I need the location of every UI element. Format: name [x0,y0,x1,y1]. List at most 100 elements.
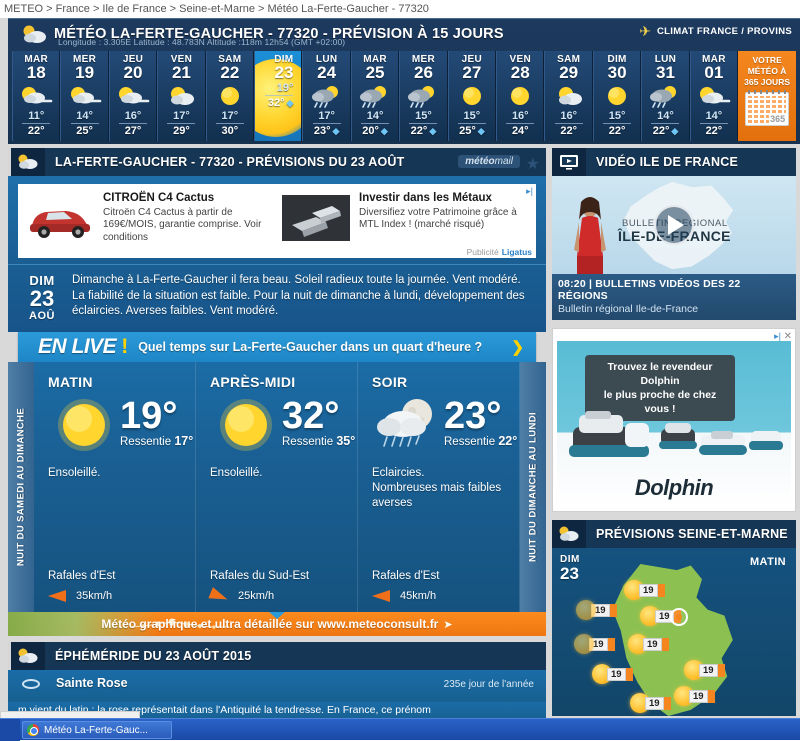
map-marker: 19 [576,600,617,620]
day-tile-23[interactable]: DIM 23 19° 32° ◆ [254,51,303,141]
chrome-icon [27,724,39,736]
ad-2-body: Diversifiez votre Patrimoine grâce à MTL… [359,206,517,231]
ad-unit-2[interactable]: Investir dans les Métaux Diversifiez vot… [280,192,530,244]
day-tile-22[interactable]: SAM 22 17° 30° [205,51,255,141]
video-player[interactable]: BULLETIN REGIONAL ÎLE-DE-FRANCE [552,176,796,274]
day-tile-26[interactable]: MER 26 15° 22° ◆ [399,51,448,141]
sidebar-ad[interactable]: ▸| ✕ Trouvez le revendeur Dolphin le plu… [552,328,796,512]
adchoices-icon[interactable]: ▸| [774,331,781,342]
video-caption-main: 08:20 | BULLETINS VIDÉOS DES 22 RÉGIONS [558,278,741,302]
day-number: 30 [607,63,627,82]
temp-divider [22,123,51,124]
day-tile-21[interactable]: VEN 21 17° 29° [157,51,206,141]
meteoconsult-cta[interactable]: Météo graphique et ultra détaillée sur w… [8,612,546,636]
day-temp-min: 15° [463,110,481,122]
panel-1-felt-label: Ressentie [282,436,334,448]
meteomail-strong: météo [465,156,495,167]
map-marker: 19 [574,634,615,654]
day-temp-min: 15° [608,110,626,122]
day-temp-min: 11° [28,110,45,122]
panel-0-felt-label: Ressentie [120,436,172,448]
map-marker-tail [657,583,665,597]
en-live-question: Quel temps sur La-Ferte-Gaucher dans un … [138,340,483,354]
dept-map-title: PRÉVISIONS SEINE-ET-MARNE [596,527,788,541]
ligatus-label: Ligatus [501,247,532,257]
day-temp-max: 27° [125,125,142,137]
day-tile-28[interactable]: VEN 28 16° 24° [496,51,545,141]
panel-1-felt: Ressentie 35° [282,434,355,448]
climate-link[interactable]: ✈ CLIMAT FRANCE / PROVINS [639,24,792,38]
inline-ad-box: ▸| CITROËN C4 Cactus Citroën C4 Cactus à… [18,184,536,258]
day-temp-max-value: 24° [511,125,529,137]
map-marker-temp: 19 [639,583,658,597]
day-number: 19 [75,63,95,82]
calendar-icon: 365 [745,90,790,126]
day-tile-25[interactable]: MAR 25 14° 20° ◆ [350,51,400,141]
day-number: 28 [510,63,530,82]
start-button[interactable] [0,719,20,741]
inline-ad-wrapper: ▸| CITROËN C4 Cactus Citroën C4 Cactus à… [8,176,546,264]
map-marker: 19 [674,686,715,706]
day-temp-max-value: 27° [124,125,142,137]
taskbar-window-label: Météo La-Ferte-Gauc... [44,724,148,736]
play-icon[interactable] [654,205,694,245]
day-temp-max: 22° [28,125,45,137]
map-marker-temp: 19 [643,637,662,651]
taskbar-window-item[interactable]: Météo La-Ferte-Gauc... [22,721,172,739]
temp-divider [70,123,99,124]
meteomail-badge[interactable]: météomail [458,155,520,168]
day-tile-01[interactable]: MAR 01 14° 22° [689,51,739,141]
panel-2-gust: 45km/h [372,590,436,602]
365-days-promo[interactable]: VOTRE MÉTÉO À 365 JOURS 365 [738,51,797,141]
dept-forecast-map[interactable]: DIM 23 MATIN 19 19 19 19 19 19 19 19 19 [552,548,796,716]
close-icon[interactable]: ✕ [784,331,792,342]
day-tile-19[interactable]: MER 19 14° 25° [60,51,109,141]
day-temp-max: 29° [173,125,190,137]
day-summary: DIM 23 AOÛ Dimanche à La-Ferte-Gaucher i… [8,264,546,332]
pool-robots-photo [569,411,783,457]
west-arrow-icon [48,590,66,602]
sun-cloud-wind-icon [116,83,150,109]
star-icon[interactable]: ★ [526,154,540,174]
day-temp-max-value: 22° [560,125,577,137]
chevron-down-icon [268,612,286,619]
day-temp-min: 17° [318,110,335,122]
map-marker-tail [625,667,633,681]
map-marker-tail [609,603,617,617]
ad-1-text: CITROËN C4 Cactus Citroën C4 Cactus à pa… [103,192,274,244]
day-temp-max: 23° ◆ [314,125,340,137]
temp-divider [651,123,680,124]
moon-cloud-rain-icon [372,394,444,456]
ad-bubble-line-1: Trouvez le revendeur Dolphin [607,361,713,387]
publicite-label: Publicité [466,247,499,257]
day-number: 18 [26,63,46,82]
day-tile-24[interactable]: LUN 24 17° 23° ◆ [302,51,351,141]
temp-divider [409,123,438,124]
day-tile-29[interactable]: SAM 29 16° 22° [544,51,593,141]
day-number: 25 [365,63,385,82]
cta-text: Météo graphique et ultra détaillée sur w… [101,617,439,631]
day-temp-min: 14° [705,110,723,122]
day-tile-20[interactable]: JEU 20 16° 27° [108,51,158,141]
day-tile-30[interactable]: DIM 30 15° 22° [592,51,642,141]
promo-line-2: MÉTÉO À [747,66,787,76]
breadcrumb: METEO > France > Ile de France > Seine-e… [0,0,800,18]
rain-sun-icon [406,83,440,109]
panel-2-gust-speed: 45km/h [400,590,437,602]
day-tile-31[interactable]: LUN 31 14° 22° ◆ [641,51,690,141]
day-tile-18[interactable]: MAR 18 11° 22° [12,51,61,141]
day-temp-min: 14° [657,110,674,122]
breadcrumb-text[interactable]: METEO > France > Ile de France > Seine-e… [4,3,429,15]
site-header: MÉTÉO LA-FERTE-GAUCHER - 77320 - PRÉVISI… [8,18,800,144]
day-number: 20 [123,63,143,82]
ad-unit-1[interactable]: CITROËN C4 Cactus Citroën C4 Cactus à pa… [24,192,274,244]
adchoices-icon[interactable]: ▸| [526,186,533,197]
day-temp-max: 20° ◆ [362,125,388,137]
en-live-banner[interactable]: EN LIVE ! Quel temps sur La-Ferte-Gauche… [18,332,536,362]
day-tile-27[interactable]: JEU 27 15° 25° ◆ [447,51,497,141]
panel-2-felt: Ressentie 22° [444,434,517,448]
sun-cloud-wind-icon [697,83,731,109]
en-live-bang: ! [121,335,129,358]
presenter-photo [574,197,606,274]
rain-sun-icon [310,83,344,109]
